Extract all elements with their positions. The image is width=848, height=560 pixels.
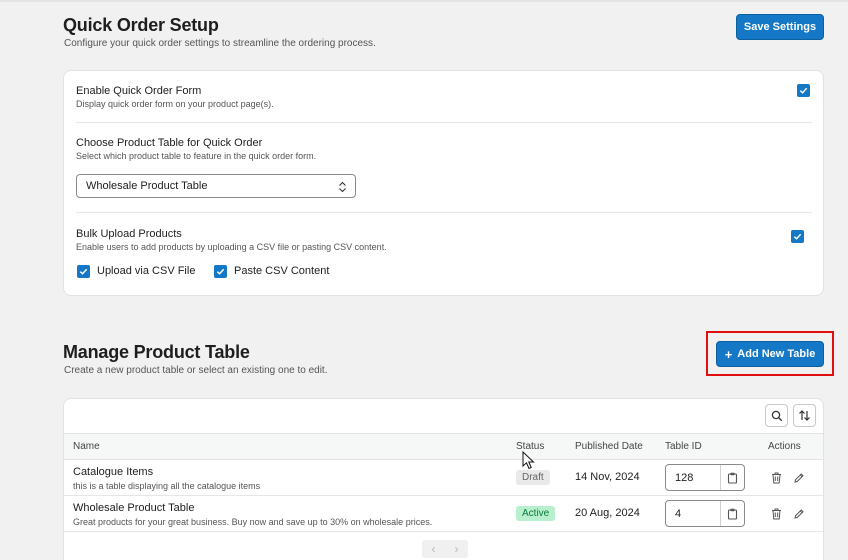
edit-button[interactable]	[792, 471, 805, 484]
upload-csv-label: Upload via CSV File	[97, 265, 196, 277]
divider	[76, 122, 812, 123]
choose-table-label: Choose Product Table for Quick Order	[76, 137, 263, 149]
upload-csv-checkbox[interactable]	[77, 265, 90, 278]
enable-quick-order-checkbox[interactable]	[797, 84, 810, 97]
clipboard-icon	[727, 472, 738, 484]
trash-icon	[772, 508, 781, 519]
table-row[interactable]: Catalogue Items this is a table displayi…	[64, 460, 823, 496]
row-date: 14 Nov, 2024	[575, 471, 640, 483]
choose-table-desc: Select which product table to feature in…	[76, 151, 317, 161]
pencil-icon	[793, 472, 804, 483]
pager-prev-button[interactable]: ‹	[432, 542, 436, 556]
column-name: Name	[73, 441, 100, 452]
paste-csv-label: Paste CSV Content	[234, 265, 330, 277]
status-badge: Active	[516, 506, 556, 521]
sort-icon	[799, 410, 810, 421]
chevron-up-down-icon	[339, 181, 346, 193]
highlight-box	[706, 331, 834, 376]
paste-csv-checkbox[interactable]	[214, 265, 227, 278]
pencil-icon	[793, 508, 804, 519]
search-icon	[771, 410, 782, 421]
product-table-select[interactable]: Wholesale Product Table	[76, 174, 356, 198]
search-button[interactable]	[765, 404, 788, 427]
column-published: Published Date	[575, 441, 643, 452]
checkmark-icon	[79, 268, 88, 275]
copy-button[interactable]	[720, 501, 744, 526]
column-table-id: Table ID	[665, 441, 702, 452]
setup-subtitle: Configure your quick order settings to s…	[64, 38, 376, 49]
table-id-value: 128	[675, 472, 694, 484]
delete-button[interactable]	[770, 507, 783, 520]
manage-subtitle: Create a new product table or select an …	[64, 365, 328, 376]
product-table-card: Name Status Published Date Table ID Acti…	[63, 398, 824, 560]
edit-button[interactable]	[792, 507, 805, 520]
mouse-cursor-icon	[522, 451, 535, 470]
clipboard-icon	[727, 508, 738, 520]
bulk-upload-label: Bulk Upload Products	[76, 228, 182, 240]
enable-quick-order-desc: Display quick order form on your product…	[76, 99, 274, 109]
setup-title: Quick Order Setup	[63, 15, 219, 35]
pager-next-button[interactable]: ›	[455, 542, 459, 556]
trash-icon	[772, 472, 781, 483]
column-actions: Actions	[768, 441, 801, 452]
top-border	[0, 0, 848, 2]
bulk-upload-checkbox[interactable]	[791, 230, 804, 243]
row-name[interactable]: Catalogue Items	[73, 466, 153, 478]
sort-button[interactable]	[793, 404, 816, 427]
table-row[interactable]: Wholesale Product Table Great products f…	[64, 496, 823, 532]
table-id-field[interactable]: 4	[665, 500, 745, 527]
row-desc: this is a table displaying all the catal…	[73, 481, 261, 491]
divider	[76, 212, 812, 213]
row-name[interactable]: Wholesale Product Table	[73, 502, 194, 514]
settings-card: Enable Quick Order Form Display quick or…	[63, 70, 824, 296]
checkmark-icon	[216, 268, 225, 275]
delete-button[interactable]	[770, 471, 783, 484]
pagination: ‹ ›	[422, 540, 468, 558]
copy-button[interactable]	[720, 465, 744, 490]
bulk-upload-desc: Enable users to add products by uploadin…	[76, 242, 387, 252]
status-badge: Draft	[516, 470, 550, 485]
enable-quick-order-label: Enable Quick Order Form	[76, 85, 202, 97]
checkmark-icon	[793, 233, 802, 240]
row-desc: Great products for your great business. …	[73, 517, 433, 527]
table-id-value: 4	[675, 508, 682, 520]
product-table-select-value: Wholesale Product Table	[86, 180, 208, 192]
save-settings-button[interactable]: Save Settings	[736, 14, 824, 40]
checkmark-icon	[799, 87, 808, 94]
table-id-field[interactable]: 128	[665, 464, 745, 491]
manage-title: Manage Product Table	[63, 342, 250, 362]
row-date: 20 Aug, 2024	[575, 507, 640, 519]
table-header: Name Status Published Date Table ID Acti…	[64, 433, 823, 460]
